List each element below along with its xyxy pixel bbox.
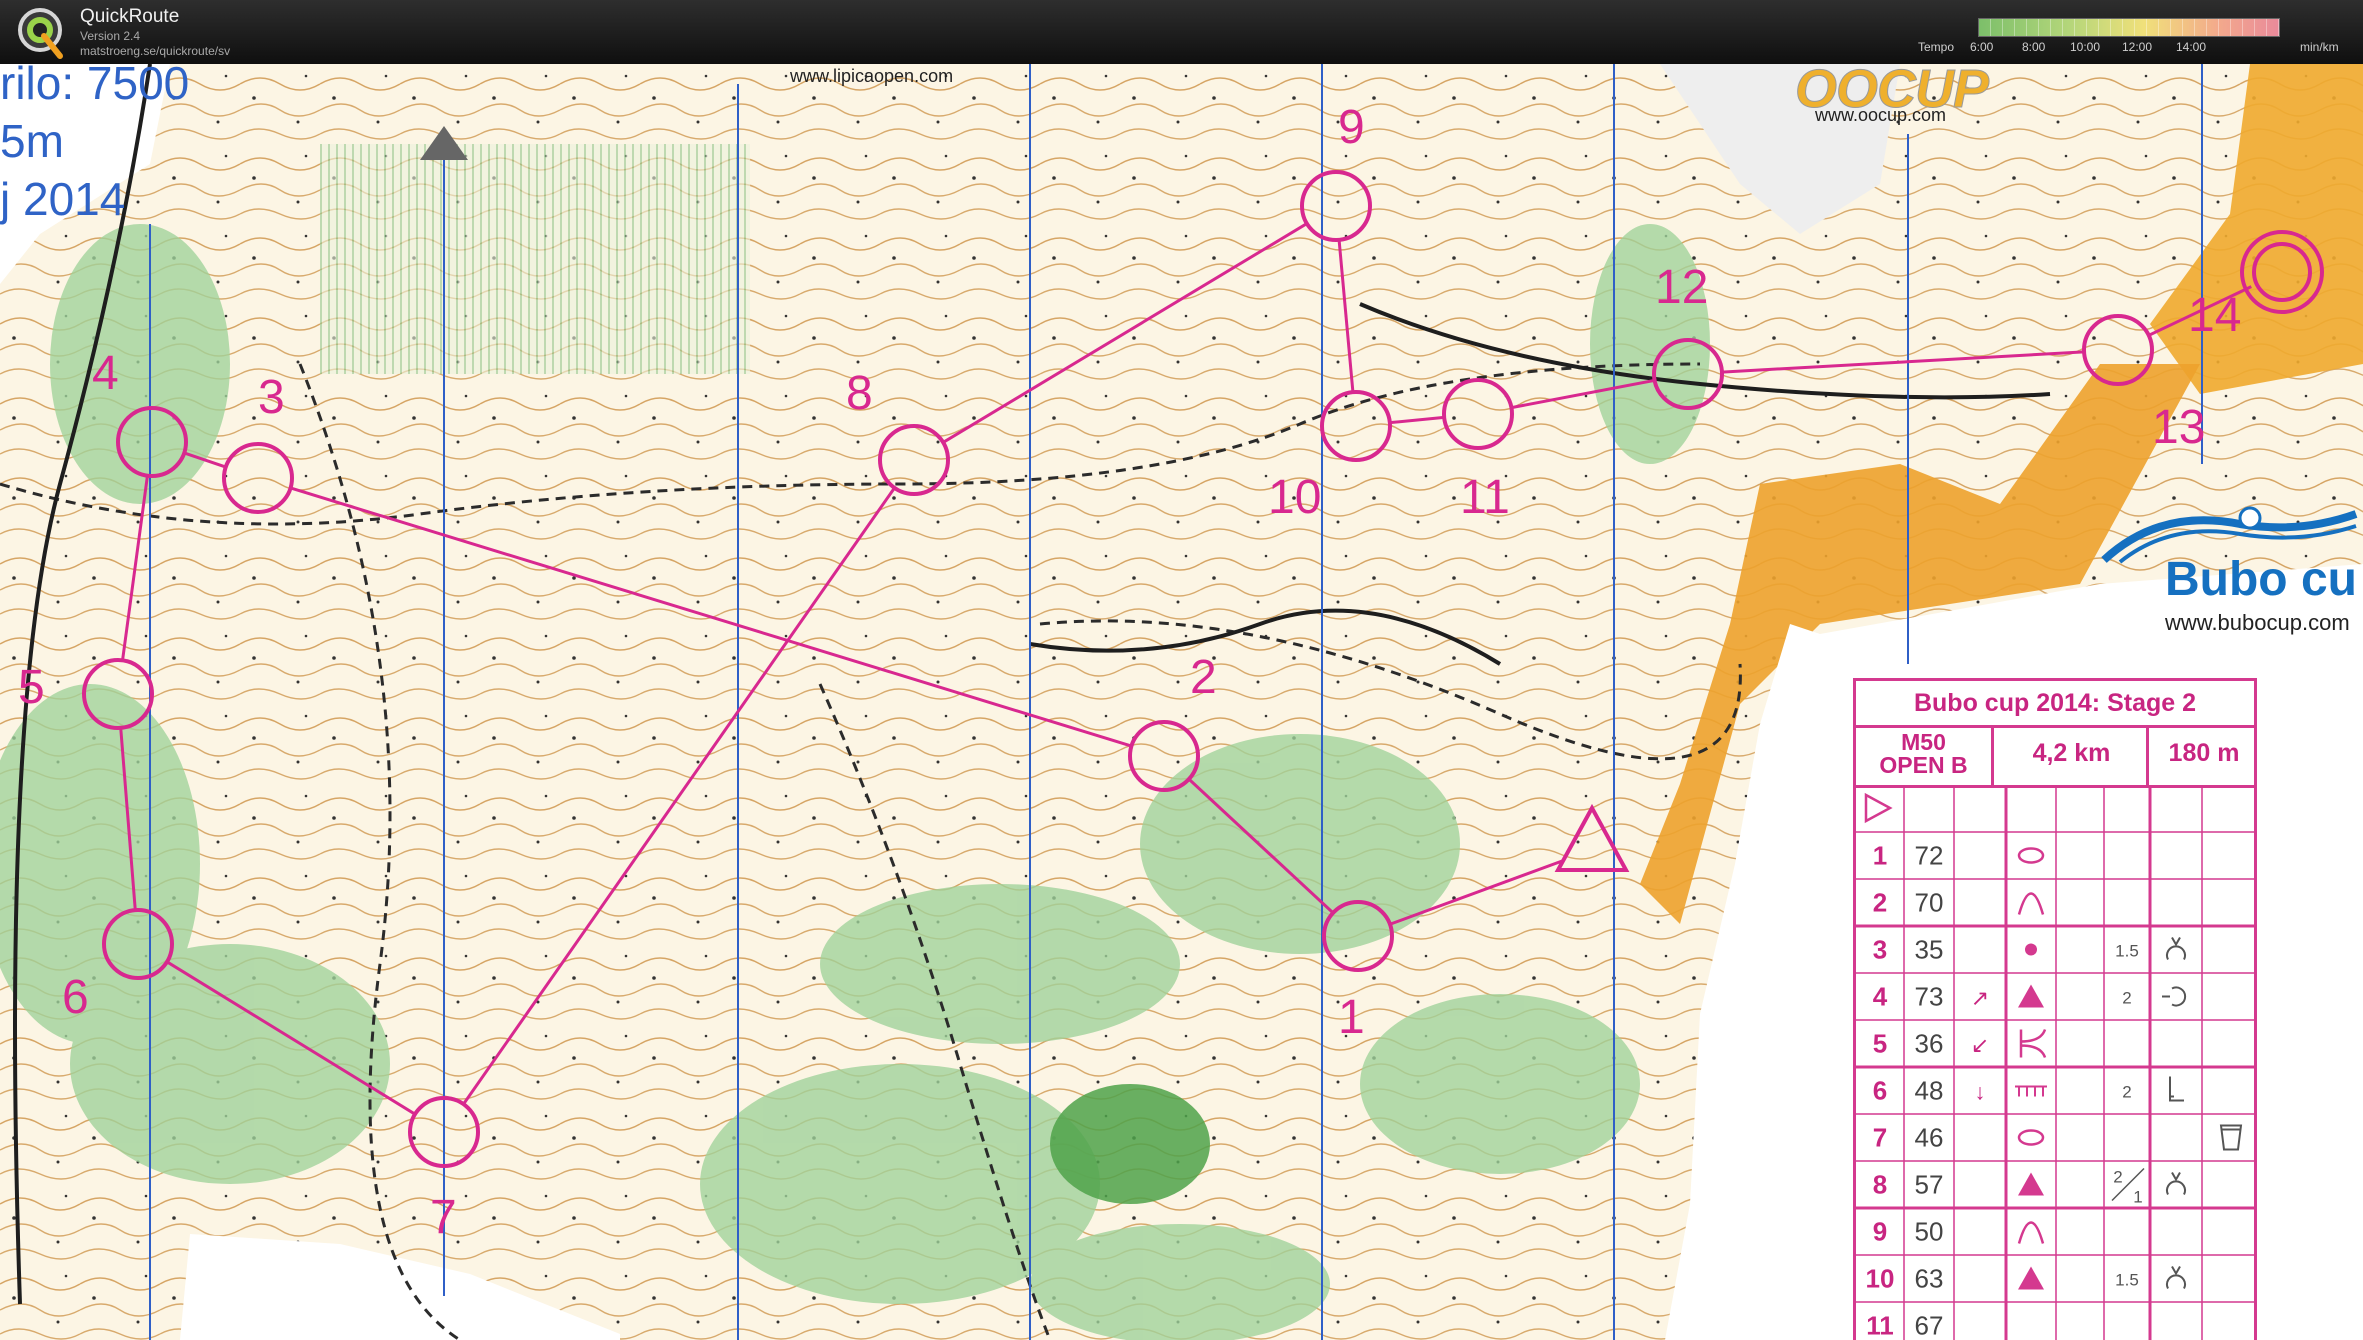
event-info-line: rilo: 7500 [0, 64, 190, 109]
green-dark-thicket [1050, 1084, 1210, 1204]
sponsor-logo-bubo: Bubo cu [2165, 553, 2357, 606]
control-code: 57 [1915, 1170, 1944, 1200]
control-direction: ↓ [1975, 1080, 1986, 1105]
control-index: 4 [1873, 982, 1888, 1012]
undergrowth-stripes [320, 144, 750, 374]
boulder-symbol-icon [2018, 1266, 2044, 1290]
tempo-tick: 8:00 [2022, 40, 2046, 54]
app-header: QuickRoute Version 2.4 matstroeng.se/qui… [0, 0, 2363, 64]
junction-symbol-icon [2019, 1029, 2047, 1058]
control-direction: ↗ [1971, 986, 1989, 1011]
control-index: 2 [1873, 888, 1887, 918]
sponsor-url-oocup: www.oocup.com [1815, 105, 1947, 125]
control-number: 10 [1268, 471, 1322, 524]
control-dimension: 2 [2113, 1168, 2122, 1187]
boulder-symbol-icon [2018, 1172, 2044, 1196]
control-code: 63 [1915, 1264, 1944, 1294]
tempo-tick: 14:00 [2176, 40, 2207, 54]
control-number: 12 [1655, 261, 1709, 314]
water-point-icon [2219, 1124, 2243, 1151]
control-code: 67 [1915, 1311, 1944, 1340]
tempo-tick: 12:00 [2122, 40, 2153, 54]
control-dimension: 2 [2122, 989, 2131, 1008]
control-number: 7 [430, 1191, 457, 1244]
app-version: Version 2.4 [80, 29, 141, 43]
knoll-symbol-icon [2017, 1221, 2045, 1244]
control-code: 50 [1915, 1217, 1944, 1247]
tempo-tick: 6:00 [1970, 40, 1994, 54]
app-title: QuickRoute [80, 6, 180, 27]
control-number: 2 [1190, 651, 1217, 704]
control-dimension: 2 [2122, 1083, 2131, 1102]
control-number: 8 [846, 367, 873, 420]
control-dimension: 1 [2133, 1188, 2142, 1207]
course-class: M50 OPEN B [1856, 731, 1991, 777]
mound-symbol-icon [2017, 847, 2045, 864]
control-code: 48 [1915, 1076, 1944, 1106]
course-climb: 180 m [2146, 725, 2254, 785]
card-grid: 1 722 703 35 1.54 73 ↗ 25 36 ↙6 48 ↓ 27 468 57 219 5010 6… [1856, 785, 2254, 1340]
control-code: 35 [1915, 935, 1944, 965]
quickroute-logo-icon [18, 8, 63, 59]
control-index: 11 [1866, 1311, 1894, 1340]
course-class-line: OPEN B [1879, 752, 1968, 778]
knoll-symbol-icon [2017, 892, 2045, 915]
tempo-unit: min/km [2300, 40, 2339, 54]
control-code: 46 [1915, 1123, 1944, 1153]
orienteering-map[interactable]: rilo: 7500 5m j 2014 www.lipicaopen.com … [0, 64, 2363, 1340]
control-number: 5 [18, 661, 45, 714]
control-dimension: 1.5 [2115, 1271, 2139, 1290]
control-index: 6 [1873, 1076, 1887, 1106]
wall-symbol-icon [2015, 1085, 2047, 1097]
control-number: 1 [1338, 991, 1365, 1044]
control-index: 7 [1873, 1123, 1887, 1153]
dot-knoll-symbol-icon [2025, 943, 2037, 956]
tempo-label: Tempo [1918, 40, 1955, 54]
control-index: 3 [1873, 935, 1887, 965]
sponsor-url-bubo: www.bubocup.com [2165, 610, 2350, 635]
control-direction: ↙ [1971, 1033, 1989, 1058]
control-code: 36 [1915, 1029, 1944, 1059]
mound-symbol-icon [2017, 1129, 2045, 1146]
control-index: 9 [1873, 1217, 1887, 1247]
foot-detail-icon [2166, 937, 2186, 960]
control-dimension: 1.5 [2115, 942, 2139, 961]
sponsor-url-lipica: www.lipicaopen.com [790, 66, 954, 86]
control-number: 9 [1338, 101, 1365, 154]
control-code: 73 [1915, 982, 1944, 1012]
control-number: 4 [92, 347, 119, 400]
control-index: 1 [1873, 841, 1887, 871]
control-index: 5 [1873, 1029, 1887, 1059]
control-number: 14 [2188, 289, 2242, 342]
control-number: 13 [2152, 401, 2206, 454]
app-url[interactable]: matstroeng.se/quickroute/sv [80, 44, 230, 58]
event-info-line: 5m [0, 115, 64, 167]
card-header-row: M50 OPEN B 4,2 km 180 m [1856, 725, 2254, 788]
foot-detail-icon [2166, 1266, 2186, 1289]
tempo-tick: 10:00 [2070, 40, 2101, 54]
side-detail-icon [2162, 986, 2187, 1007]
event-info-line: j 2014 [0, 173, 126, 225]
control-number: 6 [62, 971, 89, 1024]
control-code: 72 [1915, 841, 1944, 871]
foot-detail-icon [2166, 1172, 2186, 1195]
start-triangle-icon [1864, 792, 1893, 824]
corner-detail-icon [2169, 1076, 2184, 1102]
boulder-symbol-icon [2018, 984, 2044, 1008]
course-length: 4,2 km [1991, 725, 2149, 785]
control-index: 10 [1866, 1264, 1895, 1294]
control-number: 11 [1460, 471, 1510, 524]
control-code: 70 [1915, 888, 1944, 918]
card-title: Bubo cup 2014: Stage 2 [1856, 681, 2254, 728]
control-number: 3 [258, 371, 285, 424]
control-index: 8 [1873, 1170, 1887, 1200]
tempo-color-bar [1978, 18, 2280, 37]
control-description-card: Bubo cup 2014: Stage 2 M50 OPEN B 4,2 km… [1853, 678, 2257, 1340]
